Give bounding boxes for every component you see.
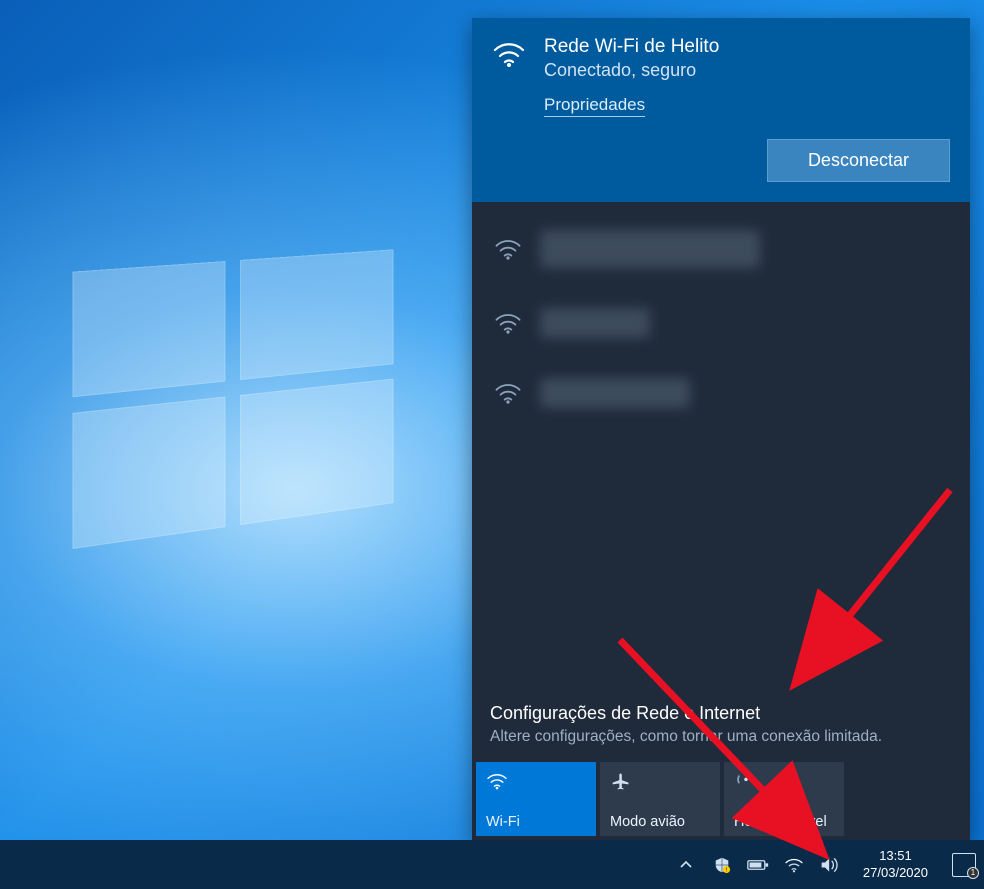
tile-label: Wi-Fi bbox=[486, 814, 586, 830]
other-network-item[interactable] bbox=[472, 210, 970, 288]
taskbar-time: 13:51 bbox=[863, 848, 928, 864]
disconnect-button[interactable]: Desconectar bbox=[767, 139, 950, 182]
other-network-item[interactable] bbox=[472, 358, 970, 428]
windows-logo bbox=[72, 249, 393, 564]
wifi-icon bbox=[494, 311, 522, 335]
taskbar-date: 27/03/2020 bbox=[863, 865, 928, 881]
tile-label: Modo avião bbox=[610, 814, 710, 830]
action-center-icon[interactable]: 1 bbox=[952, 853, 976, 877]
volume-icon[interactable] bbox=[819, 854, 841, 876]
battery-icon[interactable] bbox=[747, 854, 769, 876]
redacted-ssid bbox=[540, 230, 760, 268]
other-network-item[interactable] bbox=[472, 288, 970, 358]
wifi-icon bbox=[494, 381, 522, 405]
tile-wifi[interactable]: Wi-Fi bbox=[476, 762, 596, 836]
network-settings-link[interactable]: Configurações de Rede e Internet Altere … bbox=[472, 703, 970, 762]
security-shield-icon[interactable]: ! bbox=[711, 854, 733, 876]
settings-subtitle: Altere configurações, como tornar uma co… bbox=[490, 728, 952, 746]
quick-tiles: Wi-Fi Modo avião Hotspot móvel bbox=[472, 762, 970, 840]
wifi-tray-icon[interactable] bbox=[783, 854, 805, 876]
svg-text:!: ! bbox=[726, 867, 728, 873]
tile-airplane-mode[interactable]: Modo avião bbox=[600, 762, 720, 836]
airplane-icon bbox=[610, 770, 710, 792]
redacted-ssid bbox=[540, 378, 690, 408]
connected-network-section[interactable]: Rede Wi-Fi de Helito Conectado, seguro P… bbox=[472, 18, 970, 202]
other-networks-list bbox=[472, 202, 970, 436]
properties-link[interactable]: Propriedades bbox=[544, 95, 645, 117]
network-flyout: Rede Wi-Fi de Helito Conectado, seguro P… bbox=[472, 18, 970, 840]
settings-title: Configurações de Rede e Internet bbox=[490, 703, 952, 724]
hotspot-icon bbox=[734, 770, 834, 792]
wifi-icon bbox=[494, 237, 522, 261]
tile-mobile-hotspot[interactable]: Hotspot móvel bbox=[724, 762, 844, 836]
system-tray: ! 13:51 27/03/2020 1 bbox=[675, 848, 976, 881]
connected-ssid: Rede Wi-Fi de Helito bbox=[544, 36, 719, 58]
redacted-ssid bbox=[540, 308, 650, 338]
tray-chevron-up-icon[interactable] bbox=[675, 854, 697, 876]
tile-label: Hotspot móvel bbox=[734, 814, 834, 830]
taskbar-clock[interactable]: 13:51 27/03/2020 bbox=[863, 848, 928, 881]
connected-status: Conectado, seguro bbox=[544, 60, 719, 81]
taskbar: ! 13:51 27/03/2020 1 bbox=[0, 840, 984, 889]
notification-badge: 1 bbox=[967, 867, 979, 879]
wifi-connected-icon bbox=[492, 36, 526, 68]
wifi-icon bbox=[486, 770, 586, 792]
